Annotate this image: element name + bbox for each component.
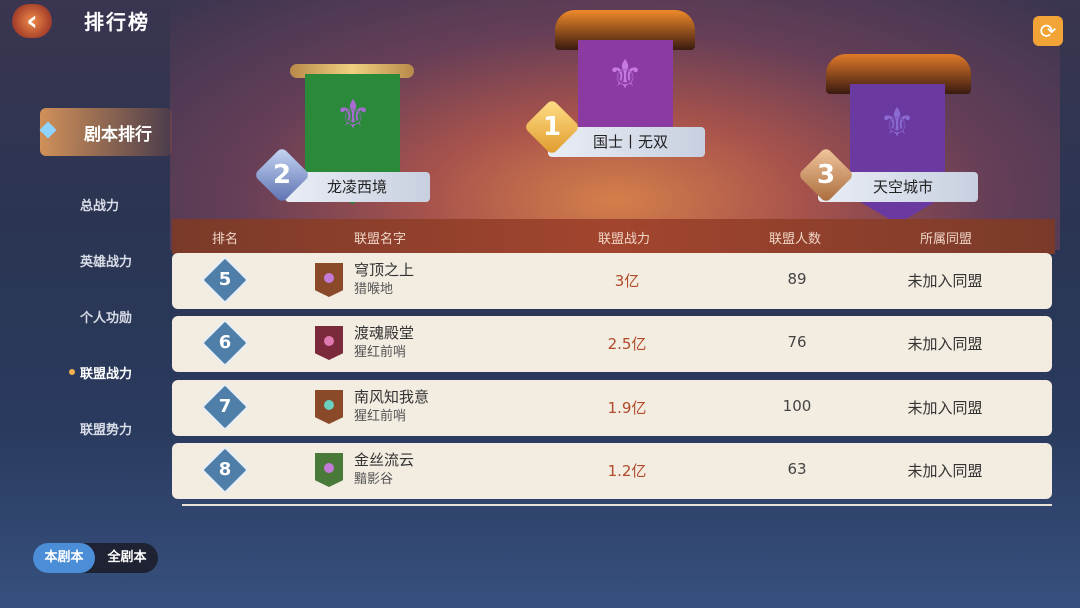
claw-emblem-icon: ⚜: [879, 100, 915, 146]
alliance-members: 76: [787, 333, 807, 351]
claw-emblem-icon: ⚜: [335, 92, 371, 138]
alliance-region: 黯影谷: [354, 472, 394, 487]
header-members: 联盟人数: [769, 232, 822, 247]
alliance-region: 猩红前哨: [354, 409, 407, 424]
header-alliance: 所属同盟: [920, 232, 973, 247]
alliance-league: 未加入同盟: [907, 399, 983, 417]
podium-name: 龙凌西境: [327, 178, 388, 196]
list-end-divider: [182, 504, 1052, 506]
rank-badge: 8: [200, 445, 250, 495]
alliance-emblem-icon: [315, 390, 343, 424]
top-bar: ‹ 排行榜 ⟳: [0, 0, 1080, 46]
all-scripts-toggle[interactable]: 全剧本: [97, 543, 157, 573]
sidebar: 剧本排行 总战力 英雄战力 个人功勋 联盟战力 联盟势力: [0, 90, 172, 490]
scope-toggle: 本剧本 全剧本: [33, 543, 158, 573]
table-row[interactable]: 6 渡魂殿堂 猩红前哨 2.5亿 76 未加入同盟: [172, 316, 1052, 372]
page-title: 排行榜: [84, 10, 150, 34]
table-row[interactable]: 5 穹顶之上 猎喉地 3亿 89 未加入同盟: [172, 253, 1052, 309]
sidebar-active-label: 剧本排行: [84, 125, 152, 145]
alliance-members: 89: [787, 270, 807, 288]
alliance-members: 63: [787, 460, 807, 478]
back-arrow-icon[interactable]: ‹: [12, 4, 52, 38]
sidebar-item-label: 英雄战力: [80, 255, 133, 270]
sidebar-item-label: 总战力: [80, 199, 120, 214]
alliance-power: 2.5亿: [607, 335, 647, 353]
rank-badge: 5: [200, 255, 250, 305]
header-name: 联盟名字: [354, 232, 407, 247]
header-rank: 排名: [212, 232, 239, 247]
rank-badge: 7: [200, 382, 250, 432]
alliance-name: 渡魂殿堂: [354, 324, 415, 342]
rank-3-badge: 3: [797, 146, 855, 204]
alliance-power: 3亿: [614, 272, 640, 290]
alliance-league: 未加入同盟: [907, 335, 983, 353]
sidebar-item-label: 联盟势力: [80, 423, 133, 438]
sidebar-item-script-ranking[interactable]: 剧本排行: [39, 108, 172, 156]
sidebar-item-label: 联盟战力: [80, 367, 133, 382]
alliance-emblem-icon: [315, 263, 343, 297]
diamond-icon: [39, 121, 57, 139]
alliance-power: 1.9亿: [607, 399, 647, 417]
header-power: 联盟战力: [598, 232, 651, 247]
podium-name: 天空城市: [873, 178, 934, 196]
alliance-members: 100: [782, 397, 812, 415]
podium-name: 国士丨无双: [593, 133, 669, 151]
rank-2-badge: 2: [253, 146, 311, 204]
alliance-region: 猩红前哨: [354, 345, 407, 360]
alliance-league: 未加入同盟: [907, 462, 983, 480]
alliance-region: 猎喉地: [354, 282, 394, 297]
refresh-icon[interactable]: ⟳: [1033, 16, 1063, 46]
table-header: 排名 联盟名字 联盟战力 联盟人数 所属同盟: [172, 219, 1055, 254]
alliance-emblem-icon: [315, 326, 343, 360]
selected-dot-icon: [69, 369, 75, 375]
alliance-name: 金丝流云: [354, 451, 415, 469]
alliance-power: 1.2亿: [607, 462, 647, 480]
table-row[interactable]: 7 南风知我意 猩红前哨 1.9亿 100 未加入同盟: [172, 380, 1052, 436]
alliance-emblem-icon: [315, 453, 343, 487]
alliance-league: 未加入同盟: [907, 272, 983, 290]
rank-1-badge: 1: [523, 98, 581, 156]
this-script-toggle[interactable]: 本剧本: [33, 543, 95, 573]
claw-emblem-icon: ⚜: [607, 52, 643, 98]
alliance-name: 穹顶之上: [354, 261, 415, 279]
alliance-name: 南风知我意: [354, 388, 430, 406]
sidebar-item-label: 个人功勋: [80, 311, 133, 326]
table-row[interactable]: 8 金丝流云 黯影谷 1.2亿 63 未加入同盟: [172, 443, 1052, 499]
rank-badge: 6: [200, 318, 250, 368]
